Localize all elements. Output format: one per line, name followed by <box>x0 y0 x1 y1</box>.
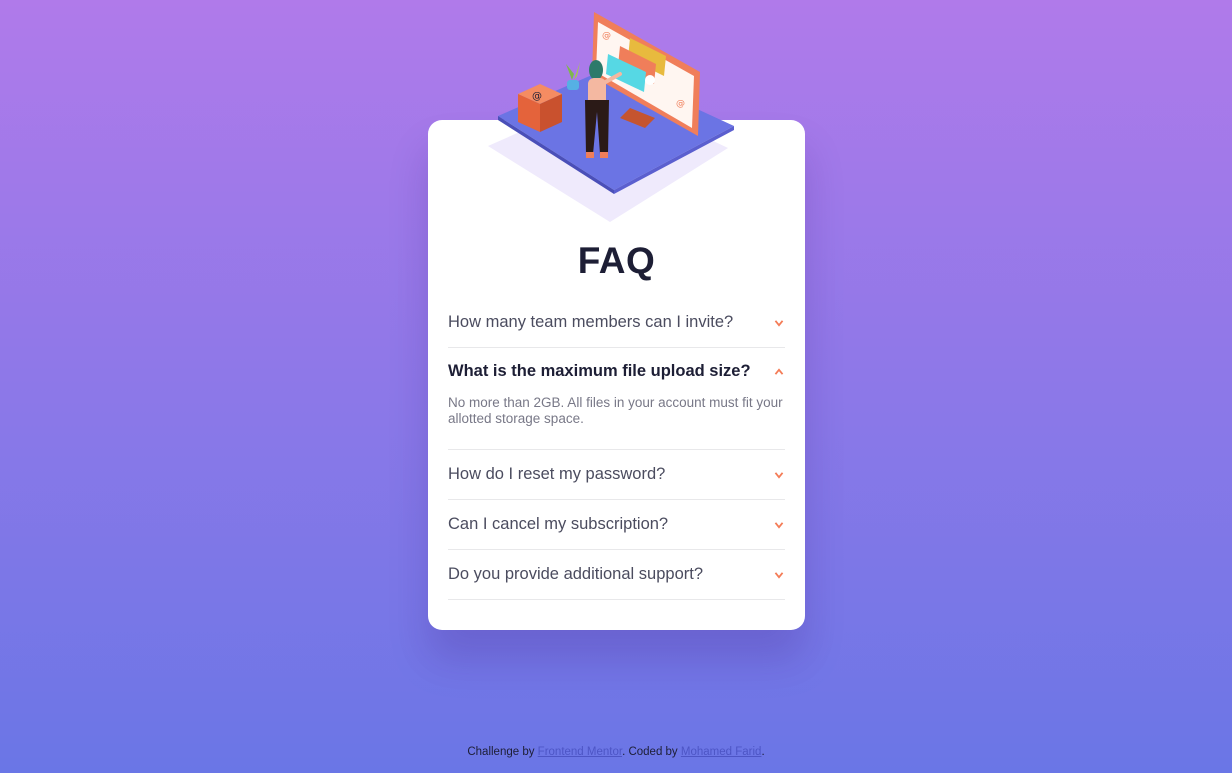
faq-list: How many team members can I invite? What … <box>448 298 785 600</box>
page-title: FAQ <box>577 240 656 281</box>
chevron-down-icon[interactable] <box>773 521 785 529</box>
chevron-down-icon[interactable] <box>773 471 785 479</box>
faq-item: How do I reset my password? <box>448 450 785 500</box>
author-link[interactable]: Mohamed Farid <box>681 746 762 758</box>
chevron-up-icon[interactable] <box>773 367 785 376</box>
faq-question-toggle[interactable]: Do you provide additional support? <box>448 550 785 599</box>
chevron-down-icon[interactable] <box>773 319 785 327</box>
chevron-down-icon[interactable] <box>773 571 785 579</box>
faq-question-toggle[interactable]: How do I reset my password? <box>448 450 785 499</box>
attribution: Challenge by Frontend Mentor. Coded by M… <box>0 746 1232 758</box>
faq-question-toggle[interactable]: What is the maximum file upload size? <box>448 348 785 395</box>
faq-answer: No more than 2GB. All files in your acco… <box>448 395 783 426</box>
faq-question-toggle[interactable]: Can I cancel my subscription? <box>448 500 785 549</box>
faq-question-toggle[interactable]: How many team members can I invite? <box>448 298 785 347</box>
faq-item: How many team members can I invite? <box>448 298 785 348</box>
svg-text:@: @ <box>532 91 542 102</box>
faq-item: Do you provide additional support? <box>448 550 785 600</box>
attribution-prefix: Challenge by <box>467 746 538 758</box>
attribution-middle: . Coded by <box>622 746 681 758</box>
faq-item: What is the maximum file upload size? No … <box>448 348 785 450</box>
faq-question: Can I cancel my subscription? <box>448 515 669 533</box>
faq-question: What is the maximum file upload size? <box>448 362 751 380</box>
faq-item: Can I cancel my subscription? <box>448 500 785 550</box>
svg-text:@: @ <box>602 31 611 41</box>
faq-question: Do you provide additional support? <box>448 565 704 583</box>
woman-online-illustration: @ @ @ <box>488 12 734 222</box>
faq-question: How do I reset my password? <box>448 465 666 483</box>
svg-text:@: @ <box>676 99 685 109</box>
attribution-suffix: . <box>761 746 765 758</box>
frontend-mentor-link[interactable]: Frontend Mentor <box>538 746 622 758</box>
faq-question: How many team members can I invite? <box>448 313 734 331</box>
